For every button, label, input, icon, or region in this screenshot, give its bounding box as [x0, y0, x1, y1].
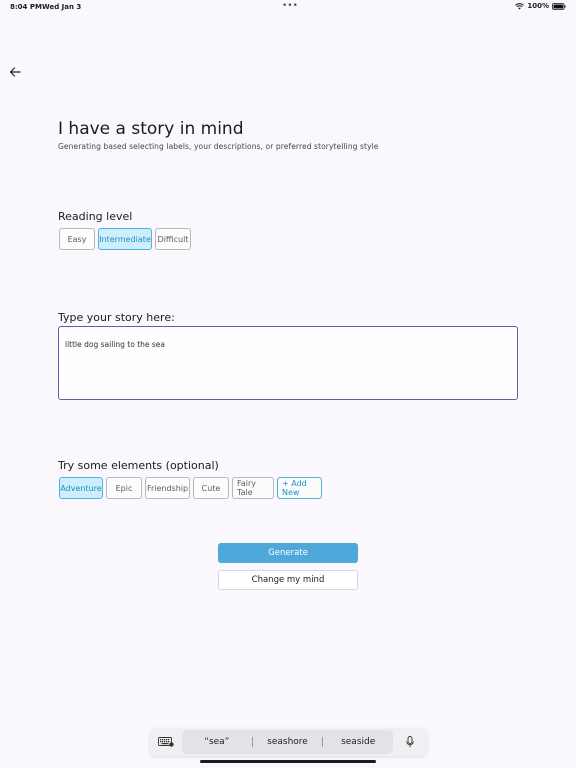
status-bar: 8:04 PM Wed Jan 3 ••• 100%	[0, 0, 576, 14]
page-title: I have a story in mind	[58, 119, 244, 139]
reading-level-options: Easy Intermediate Difficult	[59, 228, 191, 250]
generate-button[interactable]: Generate	[218, 543, 358, 563]
element-chip-cute[interactable]: Cute	[193, 477, 229, 499]
add-new-element-button[interactable]: + Add New	[277, 477, 322, 499]
wifi-icon	[515, 2, 525, 10]
reading-level-difficult[interactable]: Difficult	[155, 228, 191, 250]
element-chip-epic[interactable]: Epic	[106, 477, 142, 499]
back-button[interactable]	[6, 63, 24, 81]
arrow-left-icon	[9, 63, 21, 82]
element-chip-fairy-tale[interactable]: Fairy Tale	[232, 477, 274, 499]
multitasking-dots-icon[interactable]: •••	[282, 1, 298, 11]
status-time: 8:04 PM	[10, 3, 42, 11]
keyboard-suggestions: “sea” seashore seaside	[182, 730, 393, 754]
status-right: 100%	[515, 2, 566, 10]
battery-percent: 100%	[527, 2, 549, 10]
change-my-mind-button[interactable]: Change my mind	[218, 570, 358, 590]
page-subtitle: Generating based selecting labels, your …	[58, 142, 379, 151]
microphone-icon[interactable]	[393, 728, 427, 756]
home-indicator[interactable]	[200, 760, 376, 763]
battery-icon	[552, 2, 566, 10]
keyboard-suggestion-bar: “sea” seashore seaside	[150, 728, 427, 756]
story-input-label: Type your story here:	[58, 311, 175, 324]
element-chip-friendship[interactable]: Friendship	[145, 477, 190, 499]
element-chip-adventure[interactable]: Adventure	[59, 477, 103, 499]
story-input[interactable]: little dog sailing to the sea	[58, 326, 518, 400]
reading-level-easy[interactable]: Easy	[59, 228, 95, 250]
elements-label: Try some elements (optional)	[58, 459, 219, 472]
suggestion-item[interactable]: “sea”	[182, 737, 252, 747]
keyboard-icon[interactable]	[150, 728, 182, 756]
reading-level-label: Reading level	[58, 210, 133, 223]
elements-options: Adventure Epic Friendship Cute Fairy Tal…	[59, 477, 322, 499]
reading-level-intermediate[interactable]: Intermediate	[98, 228, 152, 250]
suggestion-item[interactable]: seashore	[253, 737, 323, 747]
status-date: Wed Jan 3	[42, 3, 82, 11]
suggestion-item[interactable]: seaside	[323, 737, 393, 747]
